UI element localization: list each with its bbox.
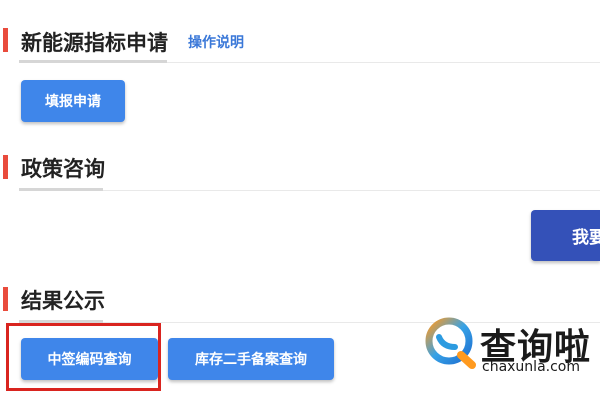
section-title-new-energy: 新能源指标申请 <box>21 31 168 55</box>
chaxunla-q-logo-icon <box>425 317 476 369</box>
watermark-url: chaxunla.com <box>482 359 580 375</box>
used-car-filing-query-button[interactable]: 库存二手备案查询 <box>168 338 334 380</box>
section-accent-bar <box>3 28 8 52</box>
highlight-annotation-box <box>6 323 161 391</box>
section-accent-bar <box>3 155 8 179</box>
section-title-policy: 政策咨询 <box>21 157 105 181</box>
section-title-underline <box>19 60 167 63</box>
section-accent-bar <box>3 287 8 311</box>
operation-guide-link[interactable]: 操作说明 <box>188 32 244 52</box>
chaxunla-watermark: 查询啦 chaxunla.com <box>425 315 600 385</box>
section-divider <box>19 190 600 191</box>
fill-application-button[interactable]: 填报申请 <box>21 80 125 122</box>
section-title-results: 结果公示 <box>21 289 105 313</box>
policy-inquiry-button[interactable]: 我要 <box>531 210 600 261</box>
section-title-underline <box>19 188 103 191</box>
